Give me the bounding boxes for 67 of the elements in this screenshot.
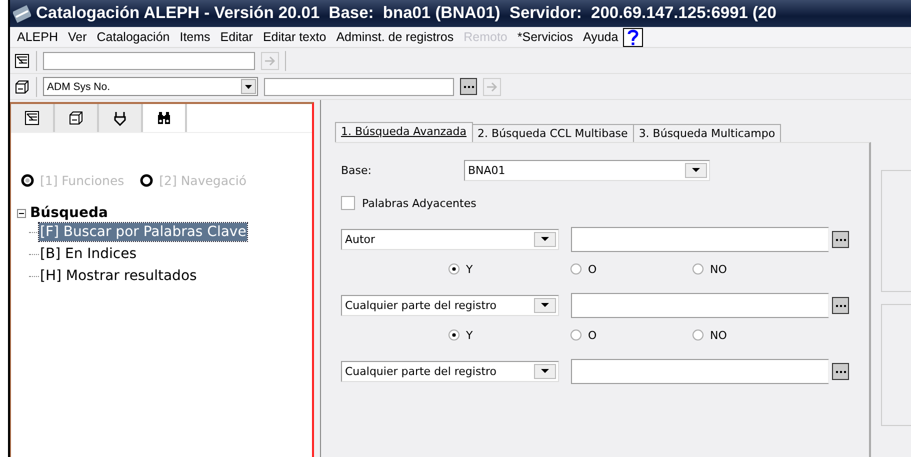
radio-button[interactable] [570,329,582,341]
menu-item[interactable]: ALEPH [12,30,63,44]
caret-icon [541,369,549,373]
radio-button[interactable] [692,329,704,341]
caret-icon [541,237,549,241]
menu-item[interactable]: Catalogación [92,30,175,44]
checkbox-label: Palabras Adyacentes [362,196,476,210]
input-field[interactable] [264,78,454,96]
radio-label: Y [466,328,473,342]
sidebar-tab[interactable] [99,104,143,132]
binoculars-icon [156,110,172,126]
sidebar-tab[interactable] [55,104,99,132]
search-tab[interactable]: 2. Búsqueda CCL Multibase [472,124,634,142]
radio-label: NO [710,328,727,342]
field-dropdown[interactable]: Autor [341,228,559,250]
window-title: Catalogación ALEPH - Versión 20.01 Base: bna01 (BNA01) Servidor: 200.69.147.125:6991 (20 [36,4,776,23]
app-icon [13,4,31,22]
search-tab[interactable]: 3. Búsqueda Multicampo [632,124,782,142]
box-icon [68,110,84,126]
menu-item[interactable]: *Servicios [512,30,578,44]
radio-label: O [588,328,597,342]
caret-icon [245,84,252,88]
radio-label: NO [710,262,727,276]
menu-item[interactable]: Items [174,30,216,44]
ellipsis-icon[interactable] [832,362,849,380]
tree-item[interactable]: [B] En Indices [39,245,138,263]
radio-label: O [588,262,597,276]
search-input[interactable] [571,358,829,384]
plug-icon [112,110,128,126]
caret-icon [692,168,700,172]
menu-item[interactable]: Editar texto [258,30,332,44]
ellipsis-icon[interactable] [460,78,477,95]
tree-item[interactable]: [H] Mostrar resultados [39,267,198,285]
help-icon[interactable] [623,28,644,46]
radio-button[interactable] [692,263,704,275]
radio-button[interactable] [21,174,34,186]
menu-item[interactable]: Ayuda [578,30,624,44]
radio-button[interactable] [570,263,582,275]
caret-icon [541,303,549,307]
tree-item[interactable]: Búsqueda [30,205,108,221]
tree-item[interactable]: [F] Buscar por Palabras Clave [39,223,248,241]
radio-label: Y [466,262,473,276]
radio-label: [2] Navegació [159,172,247,188]
checkbox[interactable] [341,196,355,210]
search-tab[interactable]: 1. Búsqueda Avanzada [335,122,473,142]
radio-button[interactable] [140,174,154,186]
field-dropdown[interactable]: Cualquier parte del registro [341,360,559,382]
form-icon[interactable] [14,52,30,68]
record-type-dropdown[interactable]: ADM Sys No. [43,77,258,96]
input-field[interactable] [43,52,255,70]
form-icon [24,110,40,126]
radio-label: [1] Funciones [40,172,124,188]
search-input[interactable] [571,292,829,318]
base-dropdown[interactable]: BNA01 [464,160,710,180]
search-input[interactable] [571,226,829,252]
menu-item[interactable]: Adminst. de registros [331,30,459,44]
menu-item[interactable]: Ver [63,30,92,44]
box-icon[interactable] [14,78,30,94]
radio-button[interactable] [448,329,460,341]
collapse-icon[interactable] [17,208,26,218]
base-label: Base: [341,164,372,176]
ellipsis-icon[interactable] [832,296,849,314]
field-dropdown[interactable]: Cualquier parte del registro [341,294,559,316]
sidebar-tab[interactable] [11,104,55,132]
menu-item[interactable]: Editar [215,30,258,44]
ellipsis-icon[interactable] [832,230,849,248]
radio-button[interactable] [448,263,460,275]
